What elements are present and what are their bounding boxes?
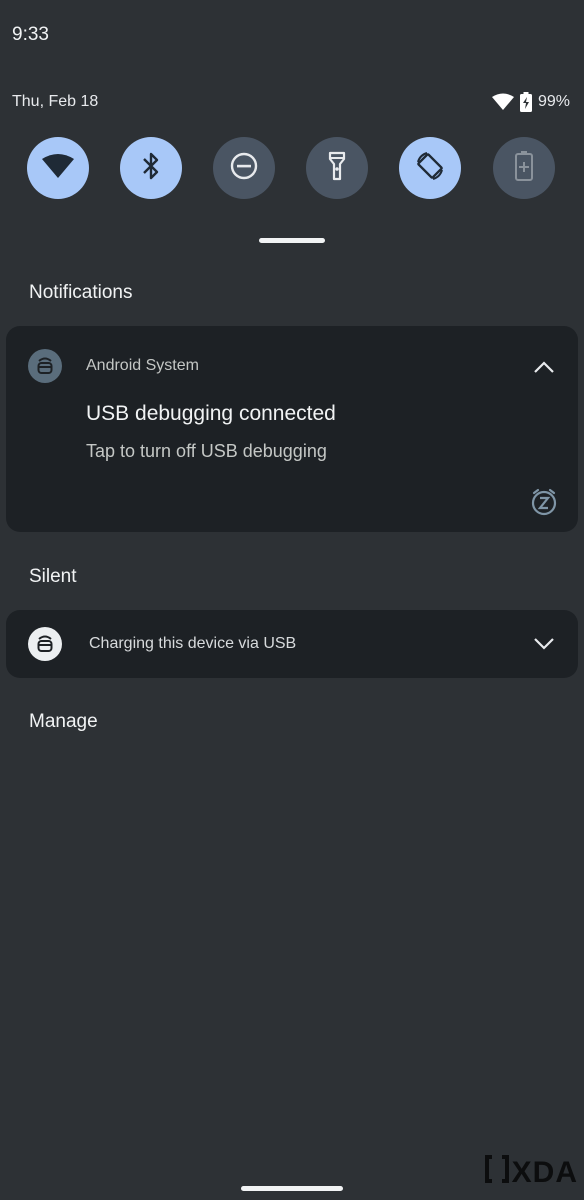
wifi-tile[interactable] xyxy=(27,137,89,199)
wifi-icon xyxy=(491,93,514,111)
flashlight-tile[interactable] xyxy=(306,137,368,199)
shade-drag-handle[interactable] xyxy=(259,238,325,243)
android-system-icon xyxy=(28,349,62,383)
xda-watermark-text: XDA xyxy=(511,1156,578,1189)
rotate-icon xyxy=(414,150,446,187)
xda-logo-icon xyxy=(484,1154,510,1192)
charging-notification-text: Charging this device via USB xyxy=(89,635,297,652)
wifi-icon xyxy=(42,153,74,184)
usb-debugging-notification[interactable]: Android System USB debugging connected T… xyxy=(6,326,578,532)
expand-chevron-icon[interactable] xyxy=(532,632,556,656)
xda-watermark: XDA xyxy=(484,1154,578,1192)
date-label: Thu, Feb 18 xyxy=(12,93,99,110)
quick-settings-row xyxy=(0,137,584,199)
status-icons: 99% xyxy=(491,92,570,112)
battery-saver-icon xyxy=(515,150,533,186)
notification-title: USB debugging connected xyxy=(86,402,336,425)
silent-header: Silent xyxy=(29,566,77,587)
charging-notification[interactable]: Charging this device via USB xyxy=(6,610,578,678)
notifications-header: Notifications xyxy=(29,282,133,303)
bluetooth-tile[interactable] xyxy=(120,137,182,199)
battery-percent: 99% xyxy=(537,93,570,110)
do-not-disturb-tile[interactable] xyxy=(213,137,275,199)
notification-app-name: Android System xyxy=(86,357,199,374)
auto-rotate-tile[interactable] xyxy=(399,137,461,199)
notification-text: Tap to turn off USB debugging xyxy=(86,441,327,461)
battery-saver-tile[interactable] xyxy=(493,137,555,199)
manage-button[interactable]: Manage xyxy=(29,711,98,733)
gesture-navigation-bar[interactable] xyxy=(241,1186,343,1191)
clock-time: 9:33 xyxy=(12,24,49,45)
dnd-icon xyxy=(229,151,259,186)
snooze-icon[interactable] xyxy=(529,487,559,517)
android-system-icon xyxy=(28,627,62,661)
battery-charging-icon xyxy=(519,92,532,112)
bluetooth-icon xyxy=(141,151,161,186)
collapse-chevron-icon[interactable] xyxy=(532,355,556,379)
flashlight-icon xyxy=(327,150,347,187)
